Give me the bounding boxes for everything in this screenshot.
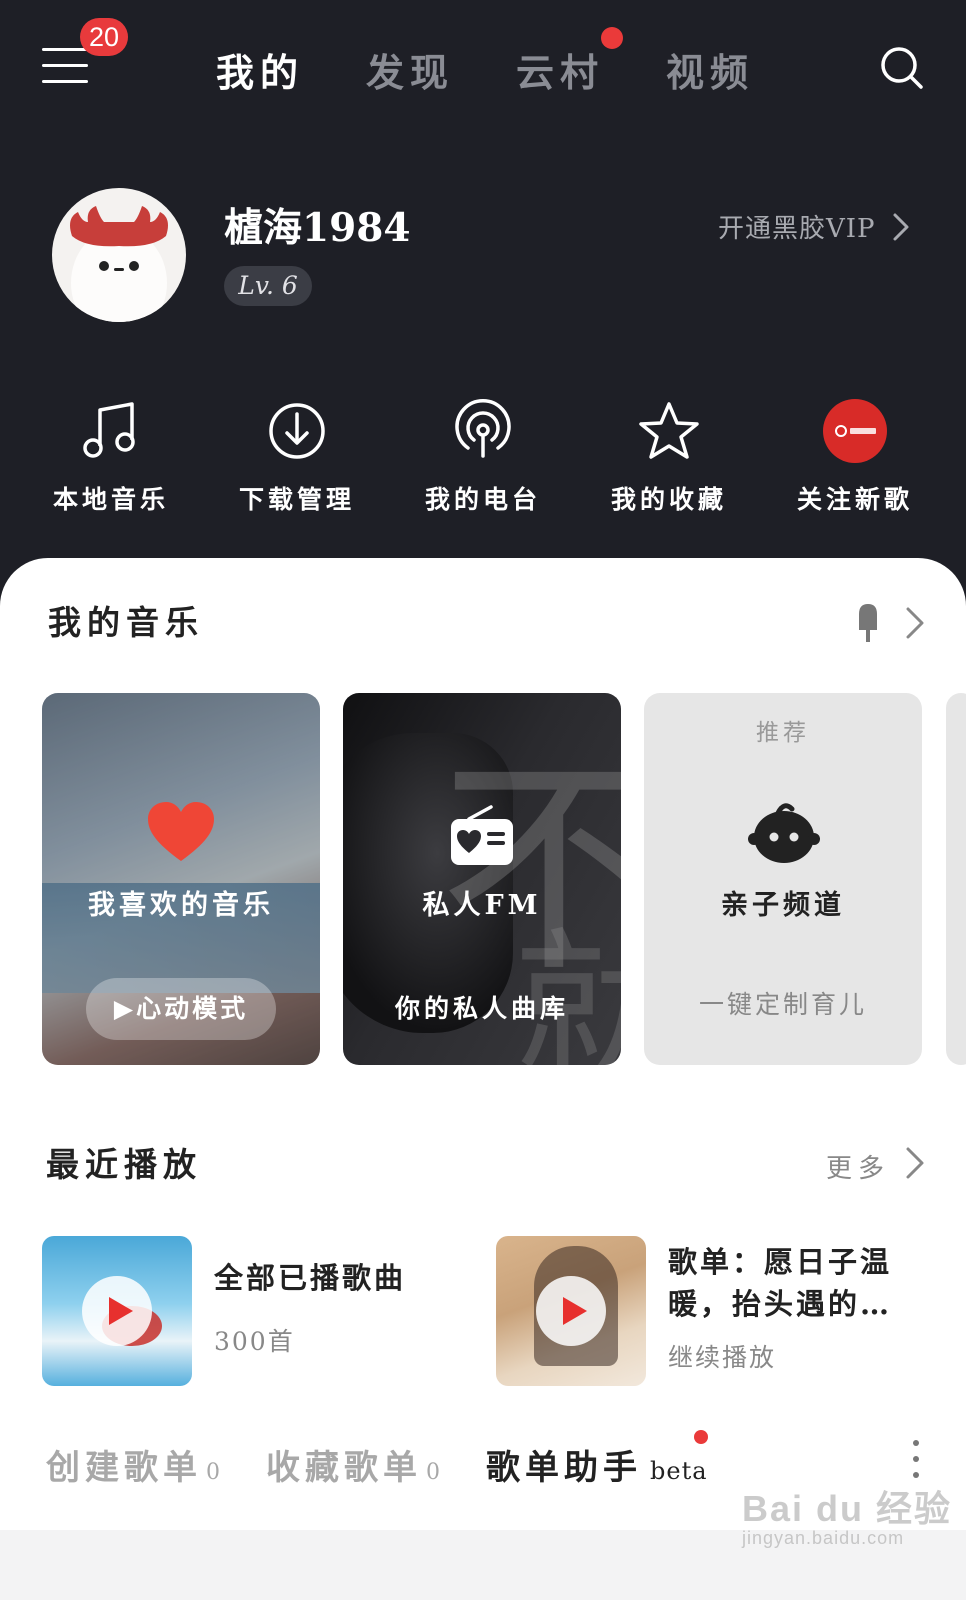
quick-local-music[interactable]: 本地音乐 xyxy=(36,396,186,516)
play-icon xyxy=(109,1297,133,1325)
tab-playlist-assistant[interactable]: 歌单助手 beta xyxy=(486,1440,708,1489)
baidu-watermark: Bai du 经验 jingyan.baidu.com xyxy=(742,1480,952,1549)
quick-label: 我的电台 xyxy=(424,485,541,514)
card-subtitle: 一键定制育儿 xyxy=(698,990,867,1019)
quick-label: 本地音乐 xyxy=(52,485,169,514)
podcast-icon xyxy=(455,399,511,458)
recent-title-line2: 暖，抬头遇的… xyxy=(668,1287,893,1321)
tab-mine[interactable]: 我的 xyxy=(216,42,304,97)
play-button[interactable] xyxy=(82,1276,152,1346)
vip-link[interactable]: 开通黑胶VIP xyxy=(718,208,876,245)
baby-face-icon xyxy=(748,803,820,863)
quick-label: 关注新歌 xyxy=(796,485,913,514)
popsicle-icon[interactable] xyxy=(855,600,881,644)
section-title-recent: 最近播放 xyxy=(46,1145,202,1184)
section-title-my-music: 我的音乐 xyxy=(48,603,204,642)
tab-discover[interactable]: 发现 xyxy=(366,42,454,97)
watermark-url: jingyan.baidu.com xyxy=(742,1528,905,1548)
card-next-peek[interactable] xyxy=(946,693,966,1065)
tab-label: 创建歌单 xyxy=(46,1448,202,1488)
recent-subtitle: 300首 xyxy=(214,1327,295,1356)
heartbeat-mode-button[interactable]: ▶心动模式 xyxy=(86,978,276,1040)
netease-logo-icon xyxy=(823,399,887,463)
radio-icon xyxy=(451,805,513,865)
notification-dot xyxy=(694,1430,708,1444)
tab-label: 歌单助手 xyxy=(486,1448,642,1488)
quick-radio[interactable]: 我的电台 xyxy=(408,396,558,516)
heart-icon xyxy=(148,802,214,861)
music-note-icon xyxy=(83,402,135,458)
card-private-fm[interactable]: 不 就 私人FM 你的私人曲库 xyxy=(343,693,621,1065)
level-badge[interactable]: Lv. 6 xyxy=(224,266,312,306)
album-thumbnail xyxy=(42,1236,192,1386)
album-thumbnail xyxy=(496,1236,646,1386)
tab-created-playlists[interactable]: 创建歌单 0 xyxy=(46,1440,220,1489)
chevron-right-icon[interactable] xyxy=(904,1145,926,1181)
card-title: 我喜欢的音乐 xyxy=(88,890,274,921)
search-icon[interactable] xyxy=(880,46,924,90)
more-options-icon[interactable] xyxy=(910,1440,922,1480)
recommend-tag: 推荐 xyxy=(756,720,810,746)
recent-title-line1: 歌单：愿日子温 xyxy=(668,1245,893,1279)
quick-label: 我的收藏 xyxy=(610,485,727,514)
tab-village-dot xyxy=(601,27,623,49)
avatar[interactable] xyxy=(52,188,186,322)
play-button[interactable] xyxy=(536,1276,606,1346)
quick-downloads[interactable]: 下载管理 xyxy=(222,396,372,516)
tab-collected-playlists[interactable]: 收藏歌单 0 xyxy=(266,1440,440,1489)
recent-subtitle: 继续播放 xyxy=(668,1343,777,1372)
watermark-main: Bai du 经验 xyxy=(742,1488,953,1529)
tab-video[interactable]: 视频 xyxy=(666,42,754,97)
recent-title: 全部已播歌曲 xyxy=(214,1261,407,1295)
top-bar: 20 我的 发现 云村 视频 xyxy=(0,0,966,140)
quick-new-songs[interactable]: 关注新歌 xyxy=(780,396,930,516)
recent-item-all-played[interactable]: 全部已播歌曲 300首 xyxy=(42,1236,442,1386)
recent-item-playlist[interactable]: 歌单：愿日子温 暖，抬头遇的… 继续播放 xyxy=(496,1236,936,1386)
card-title: 私人FM xyxy=(422,890,542,921)
tab-count: 0 xyxy=(426,1460,440,1485)
download-icon xyxy=(269,403,325,459)
chevron-right-icon[interactable] xyxy=(892,212,910,242)
tab-count: 0 xyxy=(206,1460,220,1485)
star-icon xyxy=(639,402,699,459)
notification-badge: 20 xyxy=(80,18,128,56)
chevron-right-icon[interactable] xyxy=(904,605,926,641)
username[interactable]: 樝海1984 xyxy=(224,197,411,253)
play-icon xyxy=(563,1297,587,1325)
tab-village[interactable]: 云村 xyxy=(516,42,604,97)
quick-label: 下载管理 xyxy=(238,485,355,514)
more-link[interactable]: 更多 xyxy=(826,1148,890,1185)
quick-favorites[interactable]: 我的收藏 xyxy=(594,396,744,516)
main-panel: 我的音乐 我喜欢的音乐 ▶心动模式 不 就 私人FM 你的私人曲库 推荐 亲子频… xyxy=(0,558,966,1530)
card-liked-music[interactable]: 我喜欢的音乐 ▶心动模式 xyxy=(42,693,320,1065)
card-subtitle: 你的私人曲库 xyxy=(394,994,569,1023)
card-title: 亲子频道 xyxy=(721,890,845,921)
heartbeat-mode-label: 心动模式 xyxy=(136,994,249,1023)
beta-tag: beta xyxy=(650,1457,708,1485)
hamburger-menu-icon[interactable] xyxy=(42,48,88,84)
tab-label: 收藏歌单 xyxy=(266,1448,422,1488)
card-kids-channel[interactable]: 推荐 亲子频道 一键定制育儿 xyxy=(644,693,922,1065)
